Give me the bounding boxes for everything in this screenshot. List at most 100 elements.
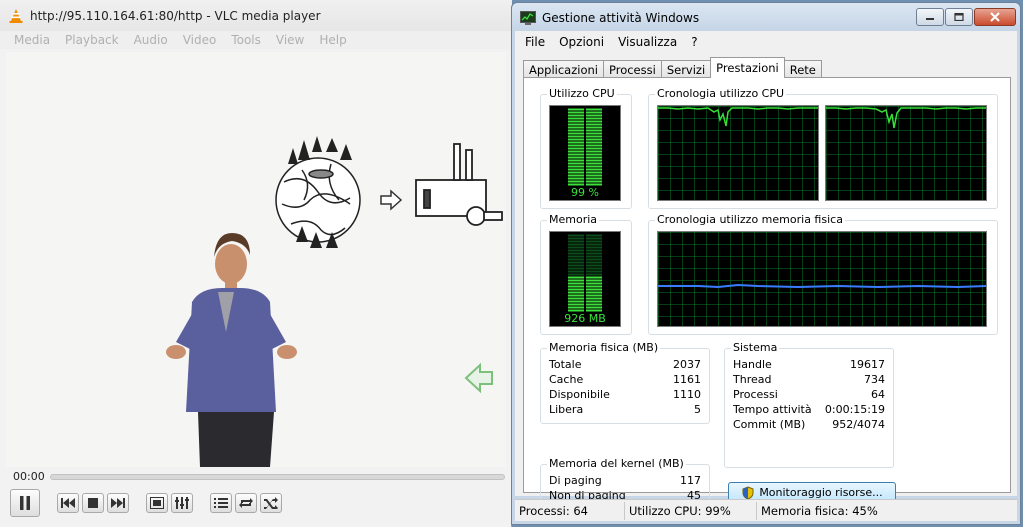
memory-group: Memoria 926 MB [540,213,632,335]
meter-segment [568,288,584,291]
vlc-window: http://95.110.164.61:80/http - VLC media… [0,0,512,527]
kernel-memory-title: Memoria del kernel (MB) [547,457,686,470]
system-title: Sistema [731,341,780,354]
meter-segment [586,303,602,306]
meter-segment [568,174,584,177]
next-button[interactable] [107,493,129,513]
meter-segment [568,147,584,150]
meter-segment [586,156,602,159]
vlc-menu-media[interactable]: Media [14,33,50,47]
meter-segment [568,255,584,258]
meter-segment [568,246,584,249]
memory-meter: 926 MB [549,231,621,327]
close-button[interactable] [974,8,1016,26]
tab-network[interactable]: Rete [783,60,822,78]
globe-drawing [275,157,361,243]
meter-segment [586,261,602,264]
resource-monitor-label: Monitoraggio risorse... [759,486,883,499]
meter-segment [568,300,584,303]
meter-segment [586,171,602,174]
meter-segment [586,120,602,123]
meter-segment [568,240,584,243]
stat-value: 952/4074 [832,418,885,431]
meter-segment [568,141,584,144]
vlc-menu-video[interactable]: Video [183,33,217,47]
meter-segment [568,291,584,294]
tm-menu-view[interactable]: Visualizza [618,35,677,49]
meter-segment [568,237,584,240]
extended-settings-button[interactable] [171,493,193,513]
meter-segment [568,129,584,132]
meter-segment [586,114,602,117]
meter-segment [568,273,584,276]
meter-segment [586,300,602,303]
loop-button[interactable] [235,493,257,513]
meter-segment [586,258,602,261]
vlc-menu-view[interactable]: View [276,33,304,47]
meter-segment [568,165,584,168]
meter-segment [568,123,584,126]
meter-segment [586,282,602,285]
tab-applications[interactable]: Applicazioni [523,60,604,78]
tm-client-area: File Opzioni Visualizza ? Applicazioni P… [515,31,1017,506]
meter-segment [586,273,602,276]
meter-segment [586,255,602,258]
tab-performance[interactable]: Prestazioni [710,57,785,78]
tab-processes[interactable]: Processi [602,60,662,78]
playlist-button[interactable] [210,493,232,513]
tm-menu-options[interactable]: Opzioni [559,35,604,49]
stat-label: Disponibile [549,388,610,401]
stat-row: Libera 5 [549,403,701,417]
stat-value: 1161 [673,373,701,386]
vlc-menu-help[interactable]: Help [319,33,346,47]
meter-segment [568,150,584,153]
vlc-controls [10,488,285,518]
performance-panel: Utilizzo CPU 99 % Cronologia utilizzo CP… [523,77,1011,506]
fullscreen-button[interactable] [146,493,168,513]
memory-history-group: Cronologia utilizzo memoria fisica [648,213,998,335]
meter-segment [568,132,584,135]
cpu-meter-bars [568,108,602,186]
vlc-menu-tools[interactable]: Tools [231,33,261,47]
stat-row: Tempo attività 0:00:15:19 [733,403,885,417]
meter-segment [568,138,584,141]
tm-menu-file[interactable]: File [525,35,545,49]
meter-segment [568,258,584,261]
meter-segment [568,261,584,264]
vlc-menu-audio[interactable]: Audio [134,33,168,47]
shuffle-button[interactable] [260,493,282,513]
meter-segment [586,288,602,291]
meter-segment [568,279,584,282]
stop-icon [88,498,98,508]
meter-segment [568,171,584,174]
tm-status-bar: Processi: 64 Utilizzo CPU: 99% Memoria f… [515,499,1017,521]
tab-services[interactable]: Servizi [660,60,712,78]
stat-value: 64 [871,388,885,401]
stat-label: Libera [549,403,584,416]
meter-segment [568,234,584,237]
video-area[interactable] [6,52,506,467]
task-manager-icon [520,10,536,25]
tm-titlebar[interactable]: Gestione attività Windows [512,3,1020,32]
tm-menu-help[interactable]: ? [691,35,697,49]
stat-label: Processi [733,388,778,401]
previous-button[interactable] [57,493,79,513]
meter-segment [568,294,584,297]
vlc-seek-bar[interactable] [50,474,505,480]
physical-memory-title: Memoria fisica (MB) [547,341,661,354]
status-processes: Processi: 64 [515,501,625,520]
maximize-button[interactable] [945,8,973,26]
stat-label: Tempo attività [733,403,812,416]
stop-button[interactable] [82,493,104,513]
stat-value: 19617 [850,358,885,371]
minimize-button[interactable] [916,8,944,26]
meter-segment [586,234,602,237]
pause-button[interactable] [10,489,40,517]
vlc-window-title: http://95.110.164.61:80/http - VLC media… [30,9,321,23]
vlc-menu-playback[interactable]: Playback [65,33,119,47]
window-controls [915,8,1016,26]
stat-row: Disponibile 1110 [549,388,701,402]
cpu-history-graph-core-1 [657,105,819,201]
memory-history-graph [657,231,987,327]
vlc-titlebar[interactable]: http://95.110.164.61:80/http - VLC media… [0,0,512,32]
